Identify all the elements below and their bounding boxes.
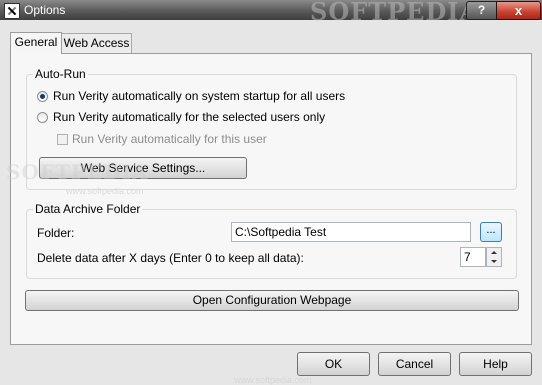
data-archive-title: Data Archive Folder [33,202,143,216]
tab-general[interactable]: General [10,32,62,54]
general-tab-panel: Auto-Run Run Verity automatically on sys… [10,53,532,345]
cancel-button[interactable]: Cancel [378,352,451,376]
radio-all-users-label[interactable]: Run Verity automatically on system start… [53,89,345,103]
window-title: Options [24,3,66,17]
title-help-button[interactable]: ? [466,1,497,20]
title-bar[interactable]: Options SOFTPEDIA ? x [0,0,542,26]
options-window: Options SOFTPEDIA ? x General Web Access… [0,0,542,385]
tab-web-access[interactable]: Web Access [61,33,132,53]
app-icon [4,3,20,19]
delete-days-label: Delete data after X days (Enter 0 to kee… [37,251,304,265]
help-button[interactable]: Help [459,352,532,376]
this-user-checkbox[interactable] [57,134,68,145]
softpedia-watermark-overlay: SOFTPEDIA [6,160,149,184]
folder-label: Folder: [37,226,75,240]
folder-input[interactable]: C:\Softpedia Test [231,222,471,242]
spin-up-arrow-icon[interactable] [487,248,501,257]
radio-selected-users[interactable] [37,112,48,123]
browse-folder-button[interactable]: ... [480,222,502,242]
days-input[interactable]: 7 [460,247,486,267]
spin-down-arrow-icon[interactable] [487,257,501,266]
data-archive-group: Data Archive Folder Folder: C:\Softpedia… [26,202,517,279]
title-watermark: SOFTPEDIA [310,0,480,26]
radio-selected-users-label[interactable]: Run Verity automatically for the selecte… [53,110,325,124]
ok-button[interactable]: OK [297,352,370,376]
close-button[interactable]: x [496,1,541,20]
radio-all-users[interactable] [37,91,48,102]
this-user-checkbox-label: Run Verity automatically for this user [72,132,267,146]
open-configuration-webpage-button[interactable]: Open Configuration Webpage [25,290,519,311]
days-spinner[interactable] [486,247,502,267]
softpedia-watermark-url-bottom: www.softpedia.com [234,375,312,385]
auto-run-title: Auto-Run [33,67,88,81]
softpedia-watermark-url: www.softpedia.com [66,186,144,196]
